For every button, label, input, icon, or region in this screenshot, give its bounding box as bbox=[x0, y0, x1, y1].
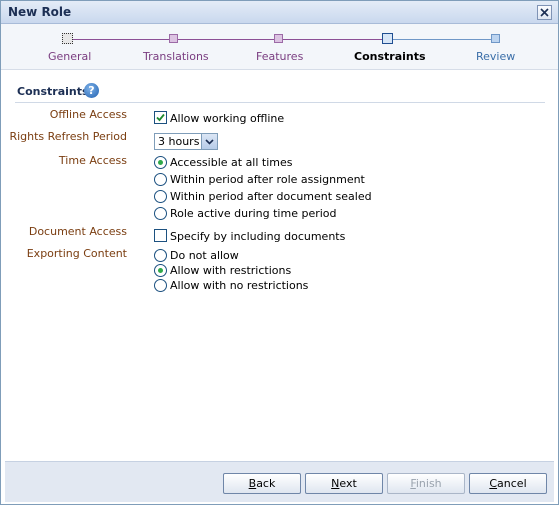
wizard-train: General Translations Features Constraint… bbox=[1, 24, 558, 70]
rights-refresh-value: 3 hours bbox=[158, 135, 200, 148]
cancel-mnemonic: C bbox=[489, 477, 498, 490]
finish-label-post: inish bbox=[415, 477, 442, 490]
step-features[interactable]: Features bbox=[256, 50, 303, 63]
back-button[interactable]: Back bbox=[223, 473, 301, 494]
back-label-post: ack bbox=[256, 477, 276, 490]
step-general-marker[interactable] bbox=[62, 33, 73, 44]
allow-offline-checkbox[interactable] bbox=[154, 111, 167, 124]
export-radio-1[interactable] bbox=[154, 264, 167, 277]
step-review-marker bbox=[491, 34, 500, 43]
rights-refresh-label: Rights Refresh Period bbox=[9, 130, 127, 143]
time-access-option-0[interactable]: Accessible at all times bbox=[170, 156, 293, 169]
rights-refresh-select[interactable]: 3 hours bbox=[154, 133, 218, 150]
export-option-0[interactable]: Do not allow bbox=[170, 249, 239, 262]
cancel-label-post: ancel bbox=[497, 477, 527, 490]
close-button[interactable] bbox=[537, 5, 552, 20]
title-bar: New Role bbox=[1, 1, 558, 24]
time-access-option-1[interactable]: Within period after role assignment bbox=[170, 173, 365, 186]
train-connector bbox=[178, 39, 278, 40]
finish-button: Finish bbox=[387, 473, 465, 494]
train-connector bbox=[393, 39, 493, 40]
time-access-label: Time Access bbox=[58, 154, 127, 167]
cancel-button[interactable]: Cancel bbox=[469, 473, 547, 494]
chevron-down-icon bbox=[205, 139, 214, 145]
next-label-post: ext bbox=[339, 477, 357, 490]
radio-selected-dot bbox=[158, 268, 163, 273]
time-access-radio-2[interactable] bbox=[154, 190, 167, 203]
time-access-radio-3[interactable] bbox=[154, 207, 167, 220]
export-radio-2[interactable] bbox=[154, 279, 167, 292]
train-connector bbox=[283, 39, 384, 40]
time-access-option-3[interactable]: Role active during time period bbox=[170, 207, 337, 220]
close-icon bbox=[540, 8, 549, 17]
time-access-radio-1[interactable] bbox=[154, 173, 167, 186]
step-translations-marker[interactable] bbox=[169, 34, 178, 43]
help-icon[interactable]: ? bbox=[84, 83, 99, 98]
step-general[interactable]: General bbox=[48, 50, 91, 63]
button-bar: Back Next Finish Cancel bbox=[5, 461, 554, 502]
specify-documents-text[interactable]: Specify by including documents bbox=[170, 230, 345, 243]
step-constraints: Constraints bbox=[354, 50, 426, 63]
specify-documents-checkbox[interactable] bbox=[154, 229, 167, 242]
time-access-option-2[interactable]: Within period after document sealed bbox=[170, 190, 372, 203]
allow-offline-text[interactable]: Allow working offline bbox=[170, 112, 284, 125]
new-role-dialog: New Role General Translations Features C… bbox=[0, 0, 559, 505]
export-option-1[interactable]: Allow with restrictions bbox=[170, 264, 291, 277]
step-constraints-marker bbox=[382, 33, 393, 44]
step-translations[interactable]: Translations bbox=[143, 50, 209, 63]
step-features-marker[interactable] bbox=[274, 34, 283, 43]
export-radio-0[interactable] bbox=[154, 249, 167, 262]
train-connector bbox=[72, 39, 173, 40]
document-access-label: Document Access bbox=[28, 225, 127, 238]
checkmark-icon bbox=[156, 113, 165, 122]
step-review: Review bbox=[476, 50, 516, 63]
time-access-radio-0[interactable] bbox=[154, 156, 167, 169]
radio-selected-dot bbox=[158, 160, 163, 165]
section-divider bbox=[15, 102, 545, 103]
export-option-2[interactable]: Allow with no restrictions bbox=[170, 279, 308, 292]
dropdown-button[interactable] bbox=[201, 134, 217, 149]
offline-access-label: Offline Access bbox=[49, 108, 127, 121]
next-button[interactable]: Next bbox=[305, 473, 383, 494]
exporting-content-label: Exporting Content bbox=[26, 247, 127, 260]
dialog-title: New Role bbox=[8, 5, 72, 19]
section-title: Constraints bbox=[17, 85, 89, 98]
